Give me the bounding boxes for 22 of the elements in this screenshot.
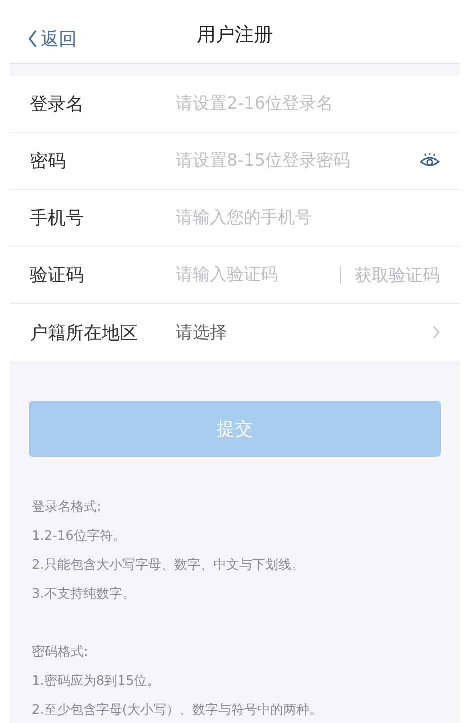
back-link[interactable]: 返回 [28, 26, 77, 50]
input-field[interactable]: 请设置8-15位登录密码 [176, 151, 420, 171]
eye-icon[interactable] [420, 153, 440, 169]
note-text: 1.2-16位字符。 [32, 528, 127, 546]
field-label: 验证码 [30, 264, 85, 287]
field-label: 手机号 [30, 207, 85, 230]
field-label: 户籍所在地区 [30, 322, 139, 344]
page-title: 用户注册 [196, 23, 274, 48]
note-heading: 登录名格式: [32, 499, 102, 517]
region-select[interactable]: 请选择 [176, 321, 433, 344]
input-field[interactable]: 请输入验证码 [176, 265, 326, 285]
input-field[interactable]: 请输入您的手机号 [176, 208, 440, 228]
note-text: 2.只能包含大小写字母、数字、中文与下划线。 [32, 557, 306, 575]
note-text: 3.不支持纯数字。 [32, 586, 136, 604]
note-text: 1.密码应为8到15位。 [32, 673, 162, 691]
field-label: 登录名 [30, 93, 85, 116]
note-text: 2.至少包含字母(大小写）、数字与符号中的两种。 [32, 702, 324, 720]
note-heading: 密码格式: [32, 644, 90, 662]
back-icon [28, 30, 38, 48]
field-label: 密码 [30, 150, 67, 173]
input-field[interactable]: 请设置2-16位登录名 [176, 94, 440, 114]
chevron-right-icon [433, 326, 440, 339]
